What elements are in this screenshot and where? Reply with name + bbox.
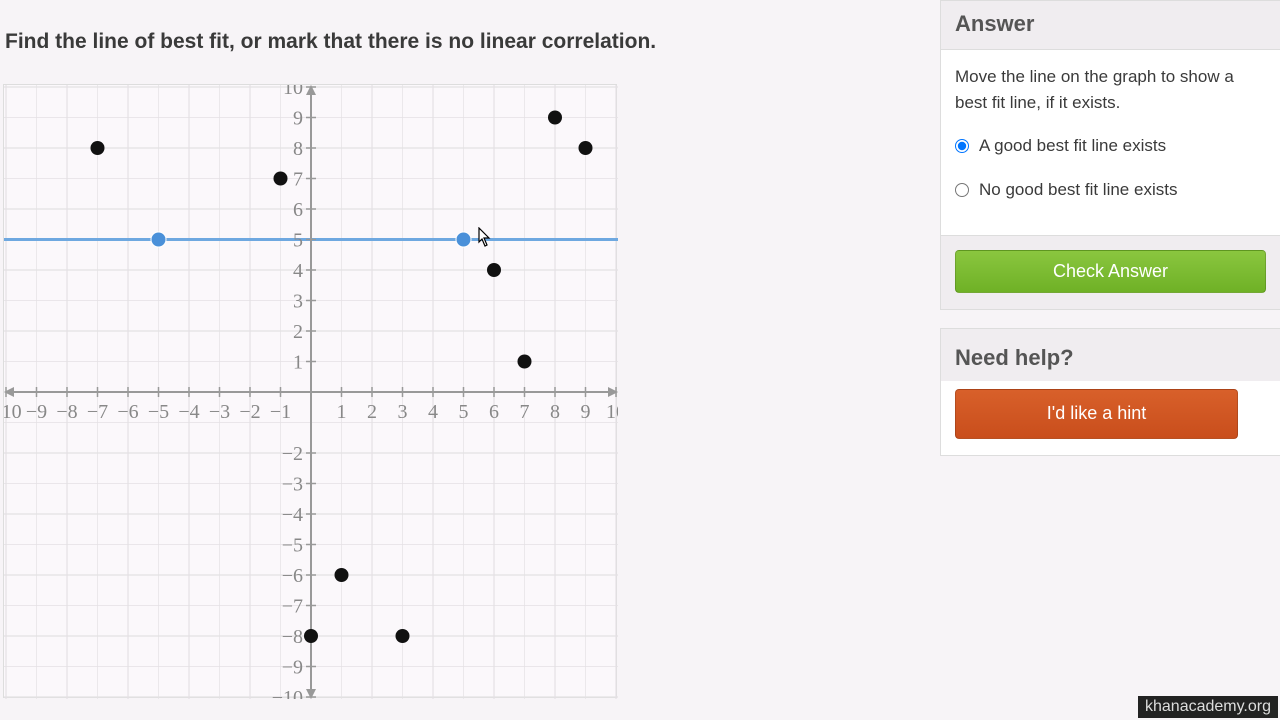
svg-text:−9: −9 — [282, 657, 303, 679]
check-answer-button[interactable]: Check Answer — [955, 250, 1266, 293]
coordinate-graph[interactable]: −10−9−8−7−6−5−4−3−2−112345678910−10−9−8−… — [3, 84, 617, 698]
svg-text:−9: −9 — [26, 401, 47, 423]
svg-text:10: 10 — [606, 401, 618, 423]
svg-text:−2: −2 — [239, 401, 260, 423]
svg-text:7: 7 — [293, 169, 303, 191]
answer-instruction: Move the line on the graph to show a bes… — [955, 64, 1266, 117]
data-point — [548, 111, 562, 125]
svg-text:3: 3 — [293, 291, 303, 313]
svg-text:−8: −8 — [56, 401, 77, 423]
svg-text:5: 5 — [459, 401, 469, 423]
radio-good-fit-label: A good best fit line exists — [979, 133, 1166, 159]
hint-button[interactable]: I'd like a hint — [955, 389, 1238, 439]
svg-text:−4: −4 — [178, 401, 199, 423]
svg-text:−7: −7 — [87, 401, 108, 423]
question-text: Find the line of best fit, or mark that … — [5, 30, 656, 54]
answer-panel: Answer Move the line on the graph to sho… — [940, 0, 1280, 310]
svg-text:6: 6 — [489, 401, 499, 423]
data-point — [274, 172, 288, 186]
svg-text:2: 2 — [367, 401, 377, 423]
svg-text:8: 8 — [550, 401, 560, 423]
answer-title: Answer — [941, 1, 1280, 50]
svg-text:−6: −6 — [117, 401, 138, 423]
data-point — [487, 263, 501, 277]
data-point — [579, 141, 593, 155]
svg-text:9: 9 — [581, 401, 591, 423]
help-panel: Need help? I'd like a hint — [940, 328, 1280, 456]
svg-text:−1: −1 — [270, 401, 291, 423]
svg-text:−6: −6 — [282, 565, 303, 587]
data-point — [396, 629, 410, 643]
svg-text:4: 4 — [428, 401, 438, 423]
svg-text:2: 2 — [293, 321, 303, 343]
svg-text:7: 7 — [520, 401, 530, 423]
radio-no-fit[interactable] — [955, 183, 969, 197]
svg-text:−10: −10 — [4, 401, 22, 423]
fit-line-handle[interactable] — [151, 232, 166, 247]
svg-text:9: 9 — [293, 108, 303, 130]
svg-text:−5: −5 — [282, 535, 303, 557]
data-point — [91, 141, 105, 155]
help-title: Need help? — [941, 329, 1280, 381]
watermark: khanacademy.org — [1138, 696, 1278, 718]
svg-text:−3: −3 — [209, 401, 230, 423]
svg-text:−8: −8 — [282, 626, 303, 648]
data-point — [518, 355, 532, 369]
fit-line-handle[interactable] — [456, 232, 471, 247]
svg-text:−7: −7 — [282, 596, 303, 618]
svg-text:−3: −3 — [282, 474, 303, 496]
svg-text:1: 1 — [337, 401, 347, 423]
svg-text:10: 10 — [283, 85, 303, 99]
svg-text:3: 3 — [398, 401, 408, 423]
svg-text:−5: −5 — [148, 401, 169, 423]
svg-text:−4: −4 — [282, 504, 303, 526]
svg-text:−2: −2 — [282, 443, 303, 465]
svg-text:6: 6 — [293, 199, 303, 221]
svg-text:5: 5 — [293, 230, 303, 252]
svg-text:8: 8 — [293, 138, 303, 160]
svg-text:−10: −10 — [272, 687, 303, 699]
radio-good-fit[interactable] — [955, 139, 969, 153]
radio-no-fit-label: No good best fit line exists — [979, 177, 1177, 203]
svg-text:1: 1 — [293, 352, 303, 374]
svg-text:4: 4 — [293, 260, 303, 282]
data-point — [335, 568, 349, 582]
data-point — [304, 629, 318, 643]
